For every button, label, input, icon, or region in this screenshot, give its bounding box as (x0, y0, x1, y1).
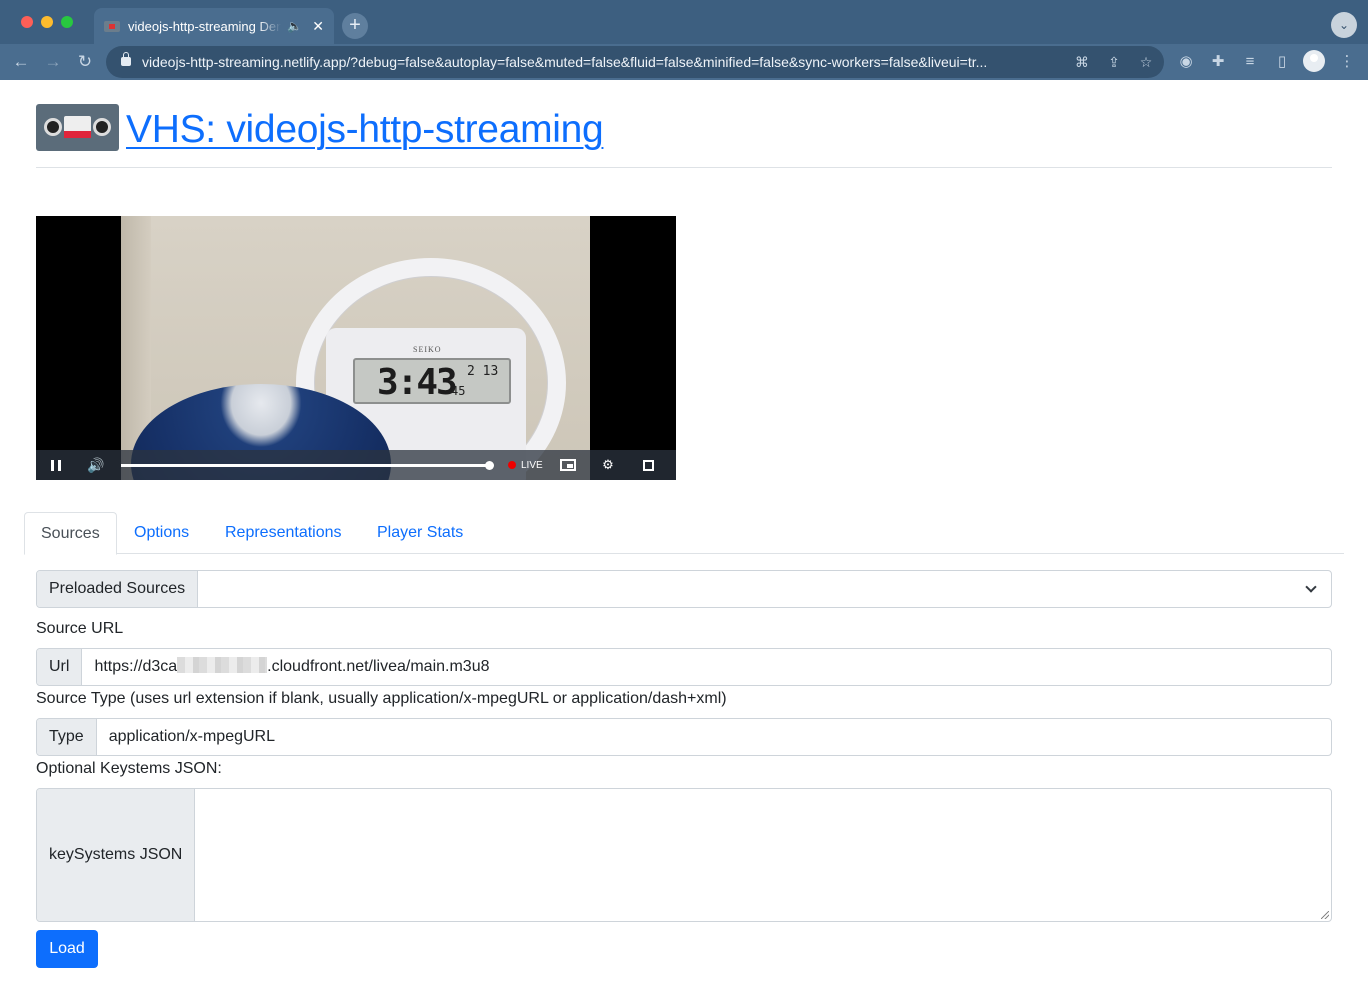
source-url-heading: Source URL (36, 620, 124, 637)
maximize-window-button[interactable] (61, 16, 73, 28)
side-panel-icon[interactable]: ▯ (1270, 50, 1294, 74)
more-menu-icon[interactable]: ⋮ (1335, 50, 1359, 74)
keysystems-group: keySystems JSON (36, 788, 1332, 922)
redacted-segment (177, 657, 268, 673)
clock-brand: SEIKO (413, 345, 442, 354)
tab-representations[interactable]: Representations (209, 512, 358, 554)
url-input-group: Url https://d3ca .cloudfront.net/livea/ma… (36, 648, 1332, 686)
media-control-icon[interactable]: ≡ (1238, 50, 1262, 74)
clock-seconds: 45 (451, 384, 466, 398)
url-text: videojs-http-streaming.netlify.app/?debu… (142, 54, 988, 70)
minimize-window-button[interactable] (41, 16, 53, 28)
gear-icon: ⚙ (602, 457, 614, 472)
load-button[interactable]: Load (36, 930, 98, 968)
reload-icon[interactable]: ↻ (73, 50, 97, 74)
resize-handle-icon[interactable] (1321, 911, 1329, 919)
chevron-down-icon[interactable]: ⌄ (1331, 12, 1357, 38)
mute-button[interactable]: 🔊 (76, 450, 116, 480)
star-icon[interactable]: ☆ (1134, 46, 1158, 78)
preloaded-sources-select[interactable] (198, 571, 1331, 607)
plus-icon[interactable]: + (342, 13, 368, 39)
clock-display: 3:43 2 13 45 (353, 358, 511, 404)
video-frame: SEIKO 3:43 2 13 45 (121, 216, 590, 480)
page-content: VHS: videojs-http-streaming SEIKO 3:43 2… (0, 80, 1368, 988)
vhs-cassette-icon (36, 104, 119, 151)
lock-icon[interactable] (121, 52, 131, 66)
tab-bar: videojs-http-streaming Demo 🔈 ✕ + ⌄ (0, 0, 1368, 44)
seek-bar[interactable] (121, 460, 495, 470)
live-label: LIVE (521, 459, 543, 471)
tab-title: videojs-http-streaming Demo (128, 18, 282, 34)
close-icon[interactable]: ✕ (312, 18, 324, 35)
settings-button[interactable]: ⚙ (588, 450, 628, 480)
tab-sources[interactable]: Sources (24, 512, 117, 555)
profile-avatar[interactable] (1303, 50, 1325, 72)
page-header: VHS: videojs-http-streaming (36, 104, 1332, 168)
keysystems-label: keySystems JSON (37, 789, 195, 921)
fullscreen-button[interactable] (628, 450, 668, 480)
keysystems-heading: Optional Keystems JSON: (36, 760, 222, 777)
preloaded-sources-label: Preloaded Sources (37, 571, 199, 607)
keysystems-textarea[interactable] (195, 789, 1331, 921)
arrow-right-icon[interactable]: → (41, 50, 65, 74)
type-input[interactable]: application/x-mpegURL (97, 719, 1331, 755)
browser-chrome: videojs-http-streaming Demo 🔈 ✕ + ⌄ ← → … (0, 0, 1368, 80)
tab-options[interactable]: Options (118, 512, 205, 554)
url-input[interactable]: https://d3ca .cloudfront.net/livea/main.m… (82, 649, 1331, 685)
puzzle-icon[interactable]: ✚ (1206, 50, 1230, 74)
url-label: Url (37, 649, 83, 685)
clock-date: 2 13 (467, 364, 499, 379)
close-window-button[interactable] (21, 16, 33, 28)
arrow-left-icon[interactable]: ← (9, 50, 33, 74)
extension-icon[interactable]: ◉ (1174, 50, 1198, 74)
browser-toolbar: ← → ↻ videojs-http-streaming.netlify.app… (0, 44, 1368, 80)
address-bar[interactable]: videojs-http-streaming.netlify.app/?debu… (106, 46, 1164, 78)
browser-tab[interactable]: videojs-http-streaming Demo 🔈 ✕ (94, 8, 334, 44)
clock-time: 3:43 (377, 362, 458, 403)
video-player[interactable]: SEIKO 3:43 2 13 45 🔊 LIVE ⚙ (36, 216, 676, 480)
pip-icon (560, 459, 576, 471)
share-icon[interactable]: ⇪ (1102, 46, 1126, 78)
live-indicator[interactable]: LIVE (508, 460, 548, 471)
type-input-group: Type application/x-mpegURL (36, 718, 1332, 756)
url-value-end: .cloudfront.net/livea/main.m3u8 (267, 658, 490, 675)
seek-bar-fill (121, 463, 490, 467)
pause-button[interactable] (36, 450, 76, 480)
speaker-icon[interactable]: 🔈 (287, 19, 302, 33)
volume-icon: 🔊 (87, 456, 105, 473)
preloaded-sources-group: Preloaded Sources (36, 570, 1332, 608)
picture-in-picture-button[interactable] (548, 450, 588, 480)
page-title-link[interactable]: VHS: videojs-http-streaming (126, 108, 604, 152)
source-type-heading: Source Type (uses url extension if blank… (36, 690, 727, 707)
pause-icon (51, 459, 61, 471)
type-label: Type (37, 719, 97, 755)
live-dot-icon (508, 461, 516, 469)
seek-handle[interactable] (485, 460, 495, 470)
fullscreen-icon (642, 459, 654, 471)
nav-tabs: Sources Options Representations Player S… (24, 512, 1344, 555)
vhs-favicon-icon (104, 20, 120, 32)
tab-player-stats[interactable]: Player Stats (361, 512, 479, 554)
player-control-bar: 🔊 LIVE ⚙ (36, 450, 676, 480)
translate-icon[interactable]: ⌘ (1070, 46, 1094, 78)
url-value-start: https://d3ca (94, 658, 178, 675)
